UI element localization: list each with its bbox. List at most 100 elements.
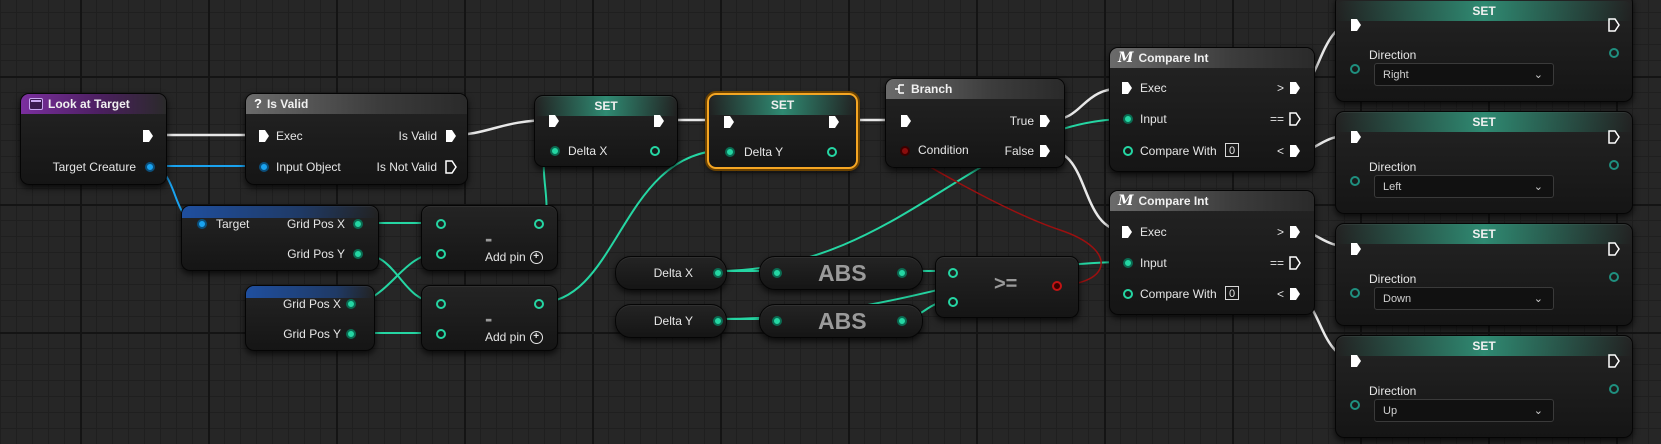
int-in-pin[interactable] xyxy=(772,316,782,326)
exec-in-pin[interactable] xyxy=(258,129,270,143)
exec-out-pin[interactable] xyxy=(445,160,457,174)
pin-label: Input Object xyxy=(276,160,341,174)
int-in-pin[interactable] xyxy=(948,268,958,278)
set-direction-node[interactable]: SET Direction Right ⌄ xyxy=(1335,0,1633,102)
abs-node[interactable]: ABS xyxy=(759,304,923,338)
exec-out-pin[interactable] xyxy=(1289,256,1301,270)
int-in-pin[interactable] xyxy=(948,297,958,307)
enum-out-pin[interactable] xyxy=(1609,272,1619,282)
self-grid-pos-node[interactable]: Grid Pos X Grid Pos Y xyxy=(245,285,375,351)
int-out-pin[interactable] xyxy=(353,249,363,259)
exec-out-pin[interactable] xyxy=(1039,144,1051,158)
add-pin-button[interactable]: Add pin + xyxy=(485,330,543,344)
int-out-pin[interactable] xyxy=(353,219,363,229)
int-in-pin[interactable] xyxy=(1123,289,1133,299)
enum-out-pin[interactable] xyxy=(1609,48,1619,58)
int-in-pin[interactable] xyxy=(436,329,446,339)
enum-in-pin[interactable] xyxy=(1350,64,1360,74)
bool-in-pin[interactable] xyxy=(900,146,910,156)
subtract-node[interactable]: - Add pin + xyxy=(421,285,558,351)
is-valid-node[interactable]: ? Is Valid Exec Input Object Is Valid Is… xyxy=(245,93,468,185)
branch-node[interactable]: Branch Condition True False xyxy=(885,78,1065,168)
field-label: Direction xyxy=(1369,48,1417,62)
set-direction-node[interactable]: SET Direction Down ⌄ xyxy=(1335,223,1633,326)
set-delta-x-node[interactable]: SET Delta X xyxy=(534,95,678,167)
exec-in-pin[interactable] xyxy=(1121,81,1133,95)
exec-in-pin[interactable] xyxy=(1350,18,1362,32)
int-out-pin[interactable] xyxy=(713,268,723,278)
node-header: SET xyxy=(709,95,856,115)
set-direction-node[interactable]: SET Direction Up ⌄ xyxy=(1335,335,1633,438)
abs-node[interactable]: ABS xyxy=(759,256,923,290)
int-out-pin[interactable] xyxy=(650,146,660,156)
exec-out-pin[interactable] xyxy=(1289,225,1301,239)
object-in-pin[interactable] xyxy=(259,162,269,172)
int-in-pin[interactable] xyxy=(550,146,560,156)
direction-dropdown[interactable]: Left ⌄ xyxy=(1374,175,1554,198)
exec-out-pin[interactable] xyxy=(828,115,840,129)
enum-in-pin[interactable] xyxy=(1350,176,1360,186)
exec-in-pin[interactable] xyxy=(1121,225,1133,239)
int-in-pin[interactable] xyxy=(1123,114,1133,124)
int-in-pin[interactable] xyxy=(725,147,735,157)
direction-dropdown[interactable]: Up ⌄ xyxy=(1374,399,1554,422)
set-direction-node[interactable]: SET Direction Left ⌄ xyxy=(1335,111,1633,214)
exec-out-pin[interactable] xyxy=(1289,287,1301,301)
exec-out-pin[interactable] xyxy=(1039,114,1051,128)
int-out-pin[interactable] xyxy=(534,219,544,229)
exec-out-pin[interactable] xyxy=(1608,18,1620,32)
int-out-pin[interactable] xyxy=(346,299,356,309)
set-delta-y-node[interactable]: SET Delta Y xyxy=(707,93,858,169)
subtract-node[interactable]: - Add pin + xyxy=(421,205,558,271)
int-in-pin[interactable] xyxy=(436,249,446,259)
object-in-pin[interactable] xyxy=(197,219,207,229)
enum-in-pin[interactable] xyxy=(1350,288,1360,298)
int-in-pin[interactable] xyxy=(436,299,446,309)
direction-dropdown[interactable]: Down ⌄ xyxy=(1374,287,1554,310)
exec-in-pin[interactable] xyxy=(548,114,560,128)
enum-in-pin[interactable] xyxy=(1350,400,1360,410)
exec-out-pin[interactable] xyxy=(1608,242,1620,256)
add-pin-button[interactable]: Add pin + xyxy=(485,250,543,264)
add-pin-label: Add pin xyxy=(485,330,526,344)
int-out-pin[interactable] xyxy=(346,329,356,339)
exec-out-pin[interactable] xyxy=(1608,354,1620,368)
exec-out-pin[interactable] xyxy=(1289,112,1301,126)
target-grid-pos-node[interactable]: Target Grid Pos X Grid Pos Y xyxy=(181,205,379,271)
compare-value-input[interactable]: 0 xyxy=(1225,286,1239,300)
exec-out-pin[interactable] xyxy=(1289,144,1301,158)
int-in-pin[interactable] xyxy=(772,268,782,278)
exec-in-pin[interactable] xyxy=(1350,354,1362,368)
pin-label: Condition xyxy=(918,143,969,157)
enum-out-pin[interactable] xyxy=(1609,384,1619,394)
bool-out-pin[interactable] xyxy=(1052,281,1062,291)
int-out-pin[interactable] xyxy=(897,316,907,326)
enum-out-pin[interactable] xyxy=(1609,160,1619,170)
object-out-pin[interactable] xyxy=(145,162,155,172)
exec-in-pin[interactable] xyxy=(1350,130,1362,144)
exec-out-pin[interactable] xyxy=(653,114,665,128)
exec-out-pin[interactable] xyxy=(1608,130,1620,144)
exec-out-pin[interactable] xyxy=(445,129,457,143)
get-delta-x-node[interactable]: Delta X xyxy=(615,256,727,290)
exec-in-pin[interactable] xyxy=(723,115,735,129)
int-out-pin[interactable] xyxy=(713,316,723,326)
int-in-pin[interactable] xyxy=(1123,146,1133,156)
get-delta-y-node[interactable]: Delta Y xyxy=(615,304,727,338)
compare-int-node[interactable]: M Compare Int Exec Input Compare With 0 … xyxy=(1109,47,1315,172)
exec-in-pin[interactable] xyxy=(900,114,912,128)
look-at-target-node[interactable]: Look at Target Target Creature xyxy=(20,93,167,185)
exec-out-pin[interactable] xyxy=(142,129,154,143)
exec-out-pin[interactable] xyxy=(1289,81,1301,95)
int-in-pin[interactable] xyxy=(1123,258,1133,268)
int-out-pin[interactable] xyxy=(534,299,544,309)
int-out-pin[interactable] xyxy=(827,147,837,157)
pin-label: Target Creature xyxy=(52,160,136,174)
exec-in-pin[interactable] xyxy=(1350,242,1362,256)
int-in-pin[interactable] xyxy=(436,219,446,229)
direction-dropdown[interactable]: Right ⌄ xyxy=(1374,63,1554,86)
int-out-pin[interactable] xyxy=(897,268,907,278)
compare-int-node[interactable]: M Compare Int Exec Input Compare With 0 … xyxy=(1109,190,1315,315)
compare-value-input[interactable]: 0 xyxy=(1225,143,1239,157)
greater-equal-node[interactable]: >= xyxy=(935,256,1079,318)
